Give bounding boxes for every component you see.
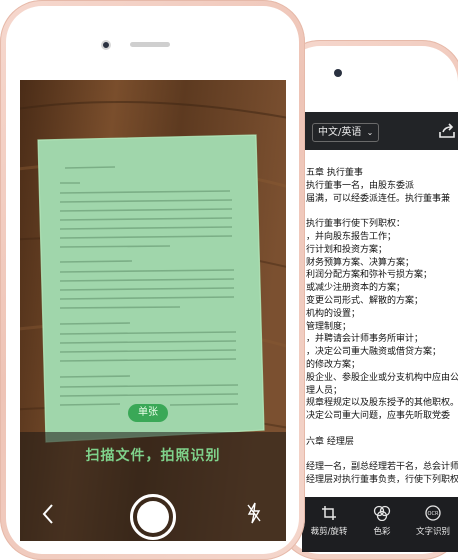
phone-frame-right: 中文/英语 ⌄ 五章 执行董事执行董事一名，由股东委派届满，可以经委派连任。执行… — [278, 40, 458, 560]
ocr-icon: OCR — [425, 505, 441, 521]
language-label: 中文/英语 — [318, 127, 362, 138]
mode-label: 单张 — [138, 407, 158, 418]
ocr-text-line: 执行董事行使下列职权： — [306, 219, 406, 230]
ocr-text-line: 执行董事一名，由股东委派 — [306, 180, 415, 191]
camera-viewfinder: 单张 扫描文件，拍照识别 — [20, 80, 286, 541]
crop-rotate-label: 裁剪/旋转 — [310, 527, 348, 537]
ocr-text-line: ，并向股东报告工作； — [306, 232, 397, 242]
color-icon — [373, 505, 391, 521]
flash-off-icon[interactable] — [246, 502, 262, 524]
ocr-text-line: 决定公司重大问题，应事先听取党委 — [306, 411, 451, 422]
ocr-button[interactable]: OCR 文字识别 — [410, 505, 456, 537]
ocr-text-line: 经理一名，副总经理若干名，总会计师 — [306, 462, 458, 473]
ocr-text-line: ，决定公司重大融资或借贷方案； — [306, 347, 442, 358]
ocr-text-line: 届满，可以经委派连任。执行董事兼 — [306, 193, 451, 204]
shutter-button-icon — [137, 501, 169, 533]
single-mode-badge[interactable]: 单张 — [128, 404, 168, 422]
ocr-text-line: 经理层对执行董事负责，行使下列职权： — [306, 475, 458, 486]
crop-rotate-button[interactable]: 裁剪/旋转 — [306, 505, 352, 537]
ocr-text-line: 理人员； — [306, 385, 343, 396]
ocr-text-line: 五章 执行董事 — [306, 168, 363, 178]
ocr-text-line: 管理制度； — [306, 321, 352, 332]
top-bar: 中文/英语 ⌄ — [302, 112, 458, 150]
chevron-down-icon: ⌄ — [366, 128, 374, 137]
svg-text:OCR: OCR — [428, 511, 439, 517]
ocr-text-line: 行计划和投资方案； — [306, 244, 388, 255]
ocr-text-line: 利润分配方案和弥补亏损方案； — [306, 270, 433, 281]
ocr-label: 文字识别 — [415, 527, 450, 537]
bottom-toolbar: 裁剪/旋转 色彩 OCR 文字识别 — [302, 497, 458, 552]
ocr-text-line: 机构的设置； — [306, 308, 361, 319]
ocr-text-line: 股企业、参股企业或分支机构中应由公 — [306, 372, 458, 383]
ocr-text-line: 变更公司形式、解散的方案； — [306, 296, 424, 306]
shutter-button[interactable] — [130, 494, 176, 540]
language-selector[interactable]: 中文/英语 ⌄ — [312, 123, 380, 142]
ocr-text-line: ，并聘请会计师事务所审计； — [306, 334, 424, 345]
phone-frame-left: 单张 扫描文件，拍照识别 — [0, 0, 305, 560]
crop-rotate-icon — [322, 506, 336, 520]
color-button[interactable]: 色彩 — [359, 505, 405, 537]
color-label: 色彩 — [373, 527, 391, 537]
earpiece-speaker — [130, 42, 170, 47]
share-icon[interactable] — [438, 123, 456, 139]
front-camera — [334, 69, 342, 77]
ocr-text-line: 财务预算方案、决算方案； — [306, 257, 415, 268]
scan-hint-text: 扫描文件，拍照识别 — [85, 448, 221, 464]
ocr-text-line: 六章 经理层 — [306, 436, 354, 447]
back-chevron-icon[interactable] — [40, 502, 56, 526]
ocr-text-line: 的修改方案； — [306, 360, 361, 370]
ocr-text-line: 规章程规定以及股东授予的其他职权。 — [306, 398, 458, 409]
ocr-result-screen: 中文/英语 ⌄ 五章 执行董事执行董事一名，由股东委派届满，可以经委派连任。执行… — [302, 112, 458, 552]
front-camera — [101, 40, 111, 50]
ocr-text-line: 或减少注册资本的方案； — [306, 283, 406, 294]
